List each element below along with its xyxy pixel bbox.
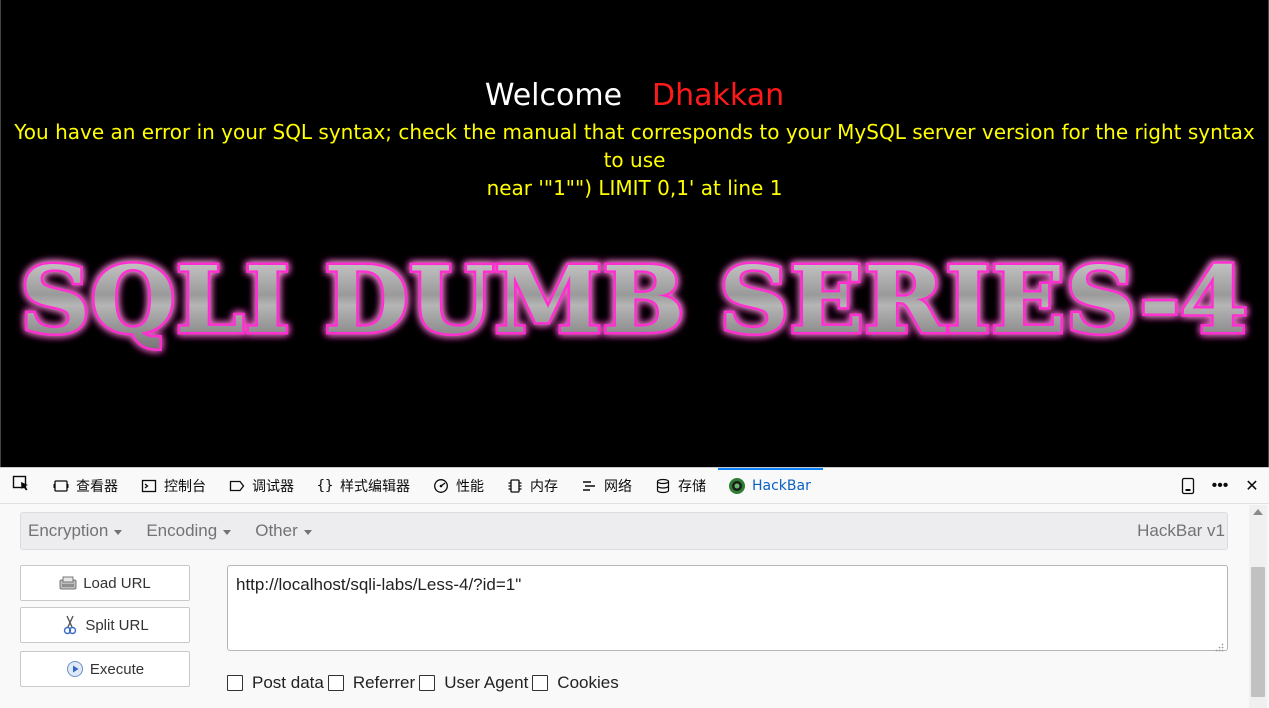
sql-error-line-2: near '"1"") LIMIT 0,1' at line 1 [486,176,783,200]
chevron-down-icon [114,529,123,535]
hackbar-icon [728,477,746,495]
resize-grip-icon[interactable] [1214,637,1224,652]
tab-storage[interactable]: 存储 [644,468,718,503]
user-name: Dhakkan [652,78,785,113]
tab-label: 样式编辑器 [340,478,410,495]
responsive-design-icon[interactable] [1179,477,1197,495]
welcome-text: Welcome [484,78,623,113]
tab-label: 存储 [678,478,706,495]
post-data-checkbox[interactable] [227,675,243,691]
tab-label: 控制台 [164,478,206,495]
encryption-menu[interactable]: Encryption [21,521,129,541]
cookies-checkbox[interactable] [532,675,549,691]
play-icon [66,660,84,678]
devtools-panel: 查看器 控制台 调试器 {} 样式编辑器 性能 内存 网络 存储 HackBar… [0,467,1269,708]
tab-label: 性能 [456,478,484,495]
execute-button[interactable]: Execute [20,651,190,687]
tab-style-editor[interactable]: {} 样式编辑器 [306,468,422,503]
encoding-menu[interactable]: Encoding [139,521,238,541]
tab-label: HackBar [752,477,811,494]
referrer-label: Referrer [352,673,416,692]
memory-icon [506,477,524,495]
tab-hackbar[interactable]: HackBar [718,468,823,503]
referrer-option[interactable]: Referrer [327,673,416,693]
user-agent-checkbox[interactable] [419,675,436,691]
scrollbar-thumb[interactable] [1251,567,1265,697]
web-page: Welcome Dhakkan You have an error in your… [0,0,1269,467]
vertical-scrollbar[interactable] [1249,505,1267,708]
referrer-checkbox[interactable] [327,675,344,691]
encoding-label: Encoding [146,521,218,540]
user-agent-option[interactable]: User Agent [419,673,528,693]
debugger-icon [228,477,246,495]
other-label: Other [255,521,298,540]
tab-inspector[interactable]: 查看器 [42,468,130,503]
inspector-icon [52,477,70,495]
scroll-up-icon[interactable] [1253,509,1263,515]
tab-debugger[interactable]: 调试器 [218,468,306,503]
sql-error-line-1: You have an error in your SQL syntax; ch… [14,120,1255,172]
banner-text: SQLI DUMB SERIES-4 [20,248,1248,354]
close-icon[interactable]: ✕ [1243,477,1261,495]
tab-label: 查看器 [76,478,118,495]
tab-label: 内存 [530,478,558,495]
tab-label: 调试器 [252,478,294,495]
user-agent-label: User Agent [444,673,529,692]
welcome-line: Welcome Dhakkan [1,78,1268,114]
sql-error-message: You have an error in your SQL syntax; ch… [1,118,1268,202]
post-data-option[interactable]: Post data [227,673,324,693]
load-url-button[interactable]: Load URL [20,565,190,601]
execute-label: Execute [89,660,145,678]
split-url-button[interactable]: Split URL [20,607,190,643]
request-options: Post data Referrer User Agent Cookies [227,672,623,694]
devtools-toolbar-right: ••• ✕ [1179,468,1269,503]
load-url-icon [59,574,77,592]
scissors-icon [61,615,79,635]
devtools-tabbar: 查看器 控制台 调试器 {} 样式编辑器 性能 内存 网络 存储 HackBar… [0,468,1269,504]
hackbar-menu: Encryption Encoding Other HackBar v1 [20,512,1228,550]
chevron-down-icon [223,529,232,535]
chevron-down-icon [303,529,312,535]
cookies-label: Cookies [557,673,619,692]
url-value: http://localhost/sqli-labs/Less-4/?id=1" [236,575,522,594]
banner-logo: SQLI DUMB SERIES-4 [1,248,1268,358]
element-picker-icon [12,474,30,497]
encryption-label: Encryption [28,521,109,540]
split-url-label: Split URL [85,616,149,634]
storage-icon [654,477,672,495]
load-url-label: Load URL [83,574,151,592]
more-options-icon[interactable]: ••• [1211,477,1229,495]
console-icon [140,477,158,495]
style-editor-icon: {} [316,477,334,494]
hackbar-version: HackBar v1 [1137,521,1225,540]
network-icon [580,477,598,495]
url-input[interactable]: http://localhost/sqli-labs/Less-4/?id=1" [227,565,1228,652]
element-picker-button[interactable] [0,468,42,503]
tab-label: 网络 [604,478,632,495]
tab-performance[interactable]: 性能 [422,468,496,503]
tab-memory[interactable]: 内存 [496,468,570,503]
post-data-label: Post data [252,673,324,692]
cookies-option[interactable]: Cookies [532,673,619,693]
tab-console[interactable]: 控制台 [130,468,218,503]
performance-icon [432,477,450,495]
tab-network[interactable]: 网络 [570,468,644,503]
other-menu[interactable]: Other [248,521,319,541]
